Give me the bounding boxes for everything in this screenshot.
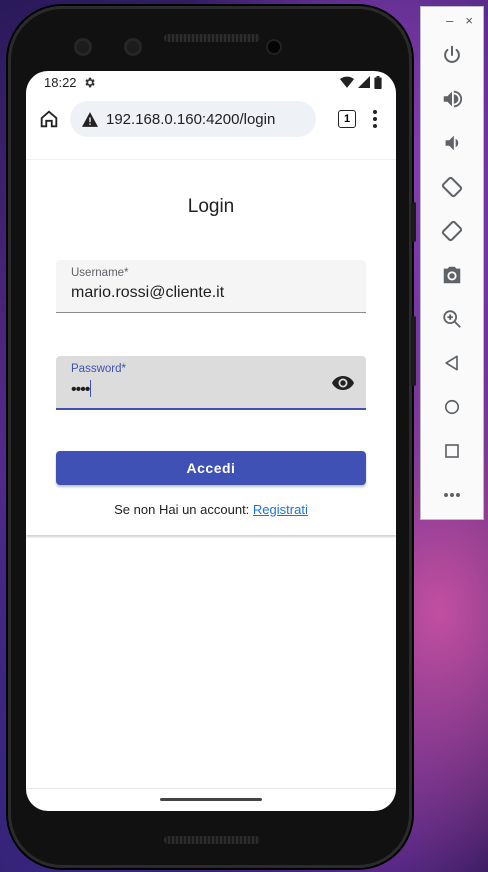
status-time: 18:22	[44, 74, 77, 90]
url-text: 192.168.0.160:4200/login	[106, 110, 276, 128]
password-input[interactable]: ••••	[71, 380, 92, 399]
overview-icon	[443, 442, 461, 460]
settings-gear-icon	[83, 76, 96, 89]
rotate-right-button[interactable]	[421, 209, 483, 253]
volume-up-button[interactable]	[421, 77, 483, 121]
page-title: Login	[187, 196, 235, 217]
bottom-speaker	[164, 836, 260, 844]
power-button[interactable]	[421, 33, 483, 77]
rotate-left-button[interactable]	[421, 165, 483, 209]
volume-up-icon	[441, 88, 463, 110]
register-prompt: Se non Hai un account: Registrati	[26, 502, 396, 517]
signal-icon	[358, 76, 370, 88]
text-caret	[90, 380, 92, 397]
rotate-left-icon	[440, 175, 464, 199]
close-button[interactable]: ×	[465, 13, 473, 28]
gesture-nav-bar[interactable]	[160, 798, 262, 801]
back-button[interactable]	[421, 341, 483, 385]
password-label: Password*	[71, 363, 126, 375]
login-card: Login Username* mario.rossi@cliente.it P…	[26, 159, 396, 535]
zoom-icon	[441, 308, 463, 330]
address-bar[interactable]: 192.168.0.160:4200/login	[70, 101, 316, 137]
overview-button[interactable]	[421, 429, 483, 473]
home-circle-icon	[442, 397, 462, 417]
more-button[interactable]	[421, 473, 483, 517]
password-field[interactable]: Password* ••••	[56, 356, 366, 410]
phone-volume-button	[411, 316, 416, 386]
power-icon	[441, 44, 463, 66]
emulator-control-panel: – ×	[420, 6, 484, 520]
status-bar: 18:22	[26, 71, 396, 93]
register-prompt-text: Se non Hai un account:	[114, 502, 250, 517]
username-field[interactable]: Username* mario.rossi@cliente.it	[56, 260, 366, 313]
more-icon	[443, 492, 461, 498]
phone-screen: 18:22 192.168.0.160:4200/login 1 Login U…	[26, 71, 396, 811]
rotate-right-icon	[440, 219, 464, 243]
home-button[interactable]	[421, 385, 483, 429]
password-value: ••••	[71, 381, 90, 398]
back-icon	[442, 353, 462, 373]
more-vert-icon[interactable]	[364, 106, 386, 132]
screenshot-button[interactable]	[421, 253, 483, 297]
volume-down-icon	[441, 132, 463, 154]
front-camera	[124, 38, 142, 56]
zoom-button[interactable]	[421, 297, 483, 341]
login-submit-button[interactable]: Accedi	[56, 451, 366, 485]
top-speaker	[164, 34, 260, 42]
register-link[interactable]: Registrati	[253, 502, 308, 517]
username-input[interactable]: mario.rossi@cliente.it	[71, 284, 224, 302]
username-label: Username*	[71, 267, 129, 279]
browser-toolbar: 192.168.0.160:4200/login 1	[26, 93, 396, 145]
wifi-icon	[340, 76, 354, 88]
front-sensor	[74, 38, 92, 56]
minimize-button[interactable]: –	[446, 13, 453, 28]
warning-icon	[82, 111, 98, 127]
volume-down-button[interactable]	[421, 121, 483, 165]
home-icon[interactable]	[36, 106, 62, 132]
tab-switcher-button[interactable]: 1	[338, 110, 356, 128]
eye-icon[interactable]	[331, 371, 355, 395]
nav-divider	[26, 788, 396, 789]
phone-side-button	[411, 202, 416, 242]
battery-icon	[374, 75, 382, 89]
proximity-sensor	[268, 41, 280, 53]
camera-icon	[441, 264, 463, 286]
